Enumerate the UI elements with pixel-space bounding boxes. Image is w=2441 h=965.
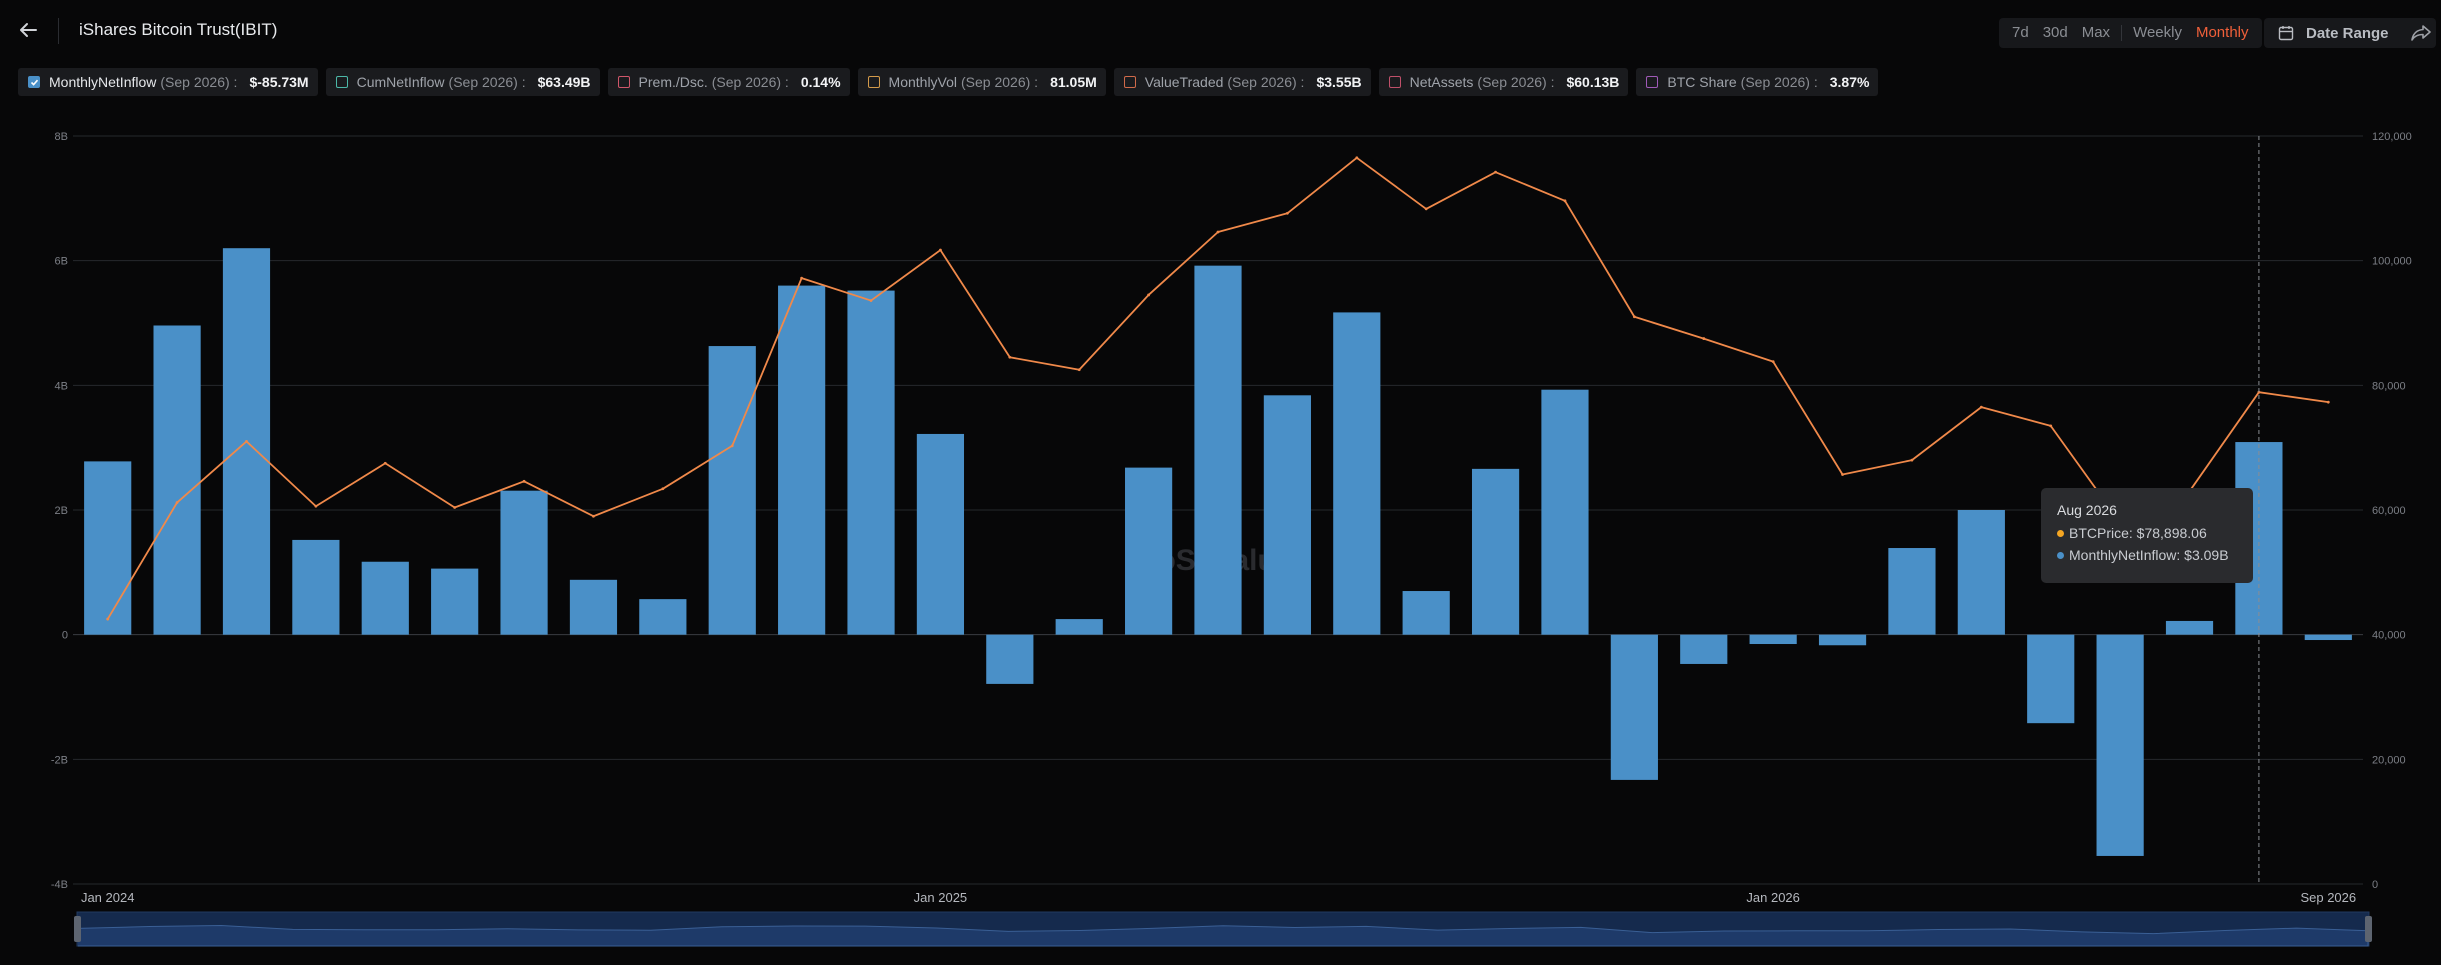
bar: [361, 561, 409, 635]
line-point: [1979, 405, 1983, 409]
bar: [639, 599, 687, 635]
bar: [1749, 634, 1797, 645]
y2-tick-label: 120,000: [2372, 131, 2412, 143]
line-point: [175, 501, 179, 504]
line-point: [1355, 156, 1359, 160]
bar: [2304, 634, 2352, 641]
line-point: [1147, 293, 1151, 297]
line-point: [453, 506, 457, 509]
line-point: [1563, 199, 1567, 203]
line-point: [2049, 424, 2053, 428]
bar: [1818, 634, 1867, 646]
line-point: [869, 299, 873, 302]
x-tick-label: Jan 2025: [914, 890, 968, 905]
y-tick-label: 4B: [55, 380, 68, 392]
line-point: [1841, 473, 1844, 476]
line-point: [1008, 355, 1012, 359]
line-point: [1494, 170, 1497, 174]
bar: [569, 579, 618, 635]
y-tick-label: -4B: [51, 879, 68, 891]
y-tick-label: 2B: [55, 505, 68, 517]
bar: [2165, 620, 2214, 635]
bar: [708, 346, 756, 635]
navigator-handle-right[interactable]: [2365, 916, 2372, 942]
x-tick-label: Sep 2026: [2300, 890, 2356, 905]
line-point: [1216, 230, 1220, 234]
chart-tooltip: Aug 2026 BTCPrice: $78,898.06 MonthlyNet…: [2041, 488, 2253, 583]
line-point: [522, 479, 526, 483]
bar: [500, 490, 548, 635]
y2-tick-label: 20,000: [2372, 754, 2406, 766]
line-point: [2326, 400, 2330, 404]
bar: [1263, 395, 1311, 635]
line-point: [800, 276, 804, 280]
y-tick-label: 8B: [55, 131, 68, 143]
line-point: [1771, 360, 1775, 364]
line-point: [730, 444, 734, 448]
y-tick-label: 6B: [55, 256, 68, 268]
line-point: [661, 487, 665, 491]
bar: [1194, 265, 1242, 635]
x-tick-label: Jan 2024: [81, 890, 135, 905]
x-tick-label: Jan 2026: [1746, 890, 1800, 905]
tooltip-row-btc-price: BTCPrice: $78,898.06: [2057, 525, 2237, 541]
tooltip-btc-price: BTCPrice: $78,898.06: [2069, 525, 2207, 541]
line-point: [1632, 315, 1636, 319]
tooltip-row-net-inflow: MonthlyNetInflow: $3.09B: [2057, 547, 2237, 563]
bar: [84, 461, 132, 635]
bar: [1888, 548, 1936, 635]
bar: [431, 568, 479, 635]
line-point: [245, 440, 248, 443]
y-tick-label: -2B: [51, 754, 68, 766]
line-point: [383, 461, 387, 465]
bar: [986, 634, 1034, 684]
y2-tick-label: 40,000: [2372, 630, 2406, 642]
bar: [1333, 312, 1381, 635]
bar: [153, 325, 201, 635]
bar: [1957, 510, 2005, 635]
y-tick-label: 0: [62, 630, 68, 642]
tooltip-dot-icon: [2057, 529, 2064, 537]
bar: [292, 539, 340, 635]
bar: [2096, 634, 2144, 856]
y2-tick-label: 100,000: [2372, 256, 2412, 268]
tooltip-title: Aug 2026: [2057, 502, 2117, 518]
bar: [1610, 634, 1658, 780]
tooltip-net-inflow: MonthlyNetInflow: $3.09B: [2069, 547, 2229, 563]
line-point: [106, 617, 110, 621]
line-point: [592, 514, 595, 518]
bar: [1055, 619, 1103, 635]
bar: [916, 433, 965, 635]
bar: [2027, 634, 2075, 724]
bar: [847, 290, 895, 635]
bar: [1471, 468, 1520, 635]
bar: [1402, 591, 1450, 635]
tooltip-dot-icon: [2057, 551, 2064, 559]
y2-tick-label: 60,000: [2372, 505, 2406, 517]
navigator-handle-left[interactable]: [74, 916, 81, 942]
line-point: [1285, 211, 1289, 215]
bar: [1680, 634, 1728, 664]
bar: [778, 285, 826, 635]
line-point: [1077, 368, 1081, 372]
bar: [1125, 467, 1173, 635]
line-point: [1910, 458, 1914, 462]
line-point: [314, 504, 318, 508]
chart-area: -4B 0 -2B 20,000 0 40,000 2B 60,000 4B 80,000 6B 10…: [51, 131, 2412, 947]
y2-tick-label: 80,000: [2372, 380, 2406, 392]
bar: [1541, 389, 1589, 635]
line-point: [939, 248, 942, 252]
line-point: [1424, 207, 1428, 211]
y2-tick-label: 0: [2372, 879, 2378, 891]
line-point: [1702, 337, 1706, 340]
